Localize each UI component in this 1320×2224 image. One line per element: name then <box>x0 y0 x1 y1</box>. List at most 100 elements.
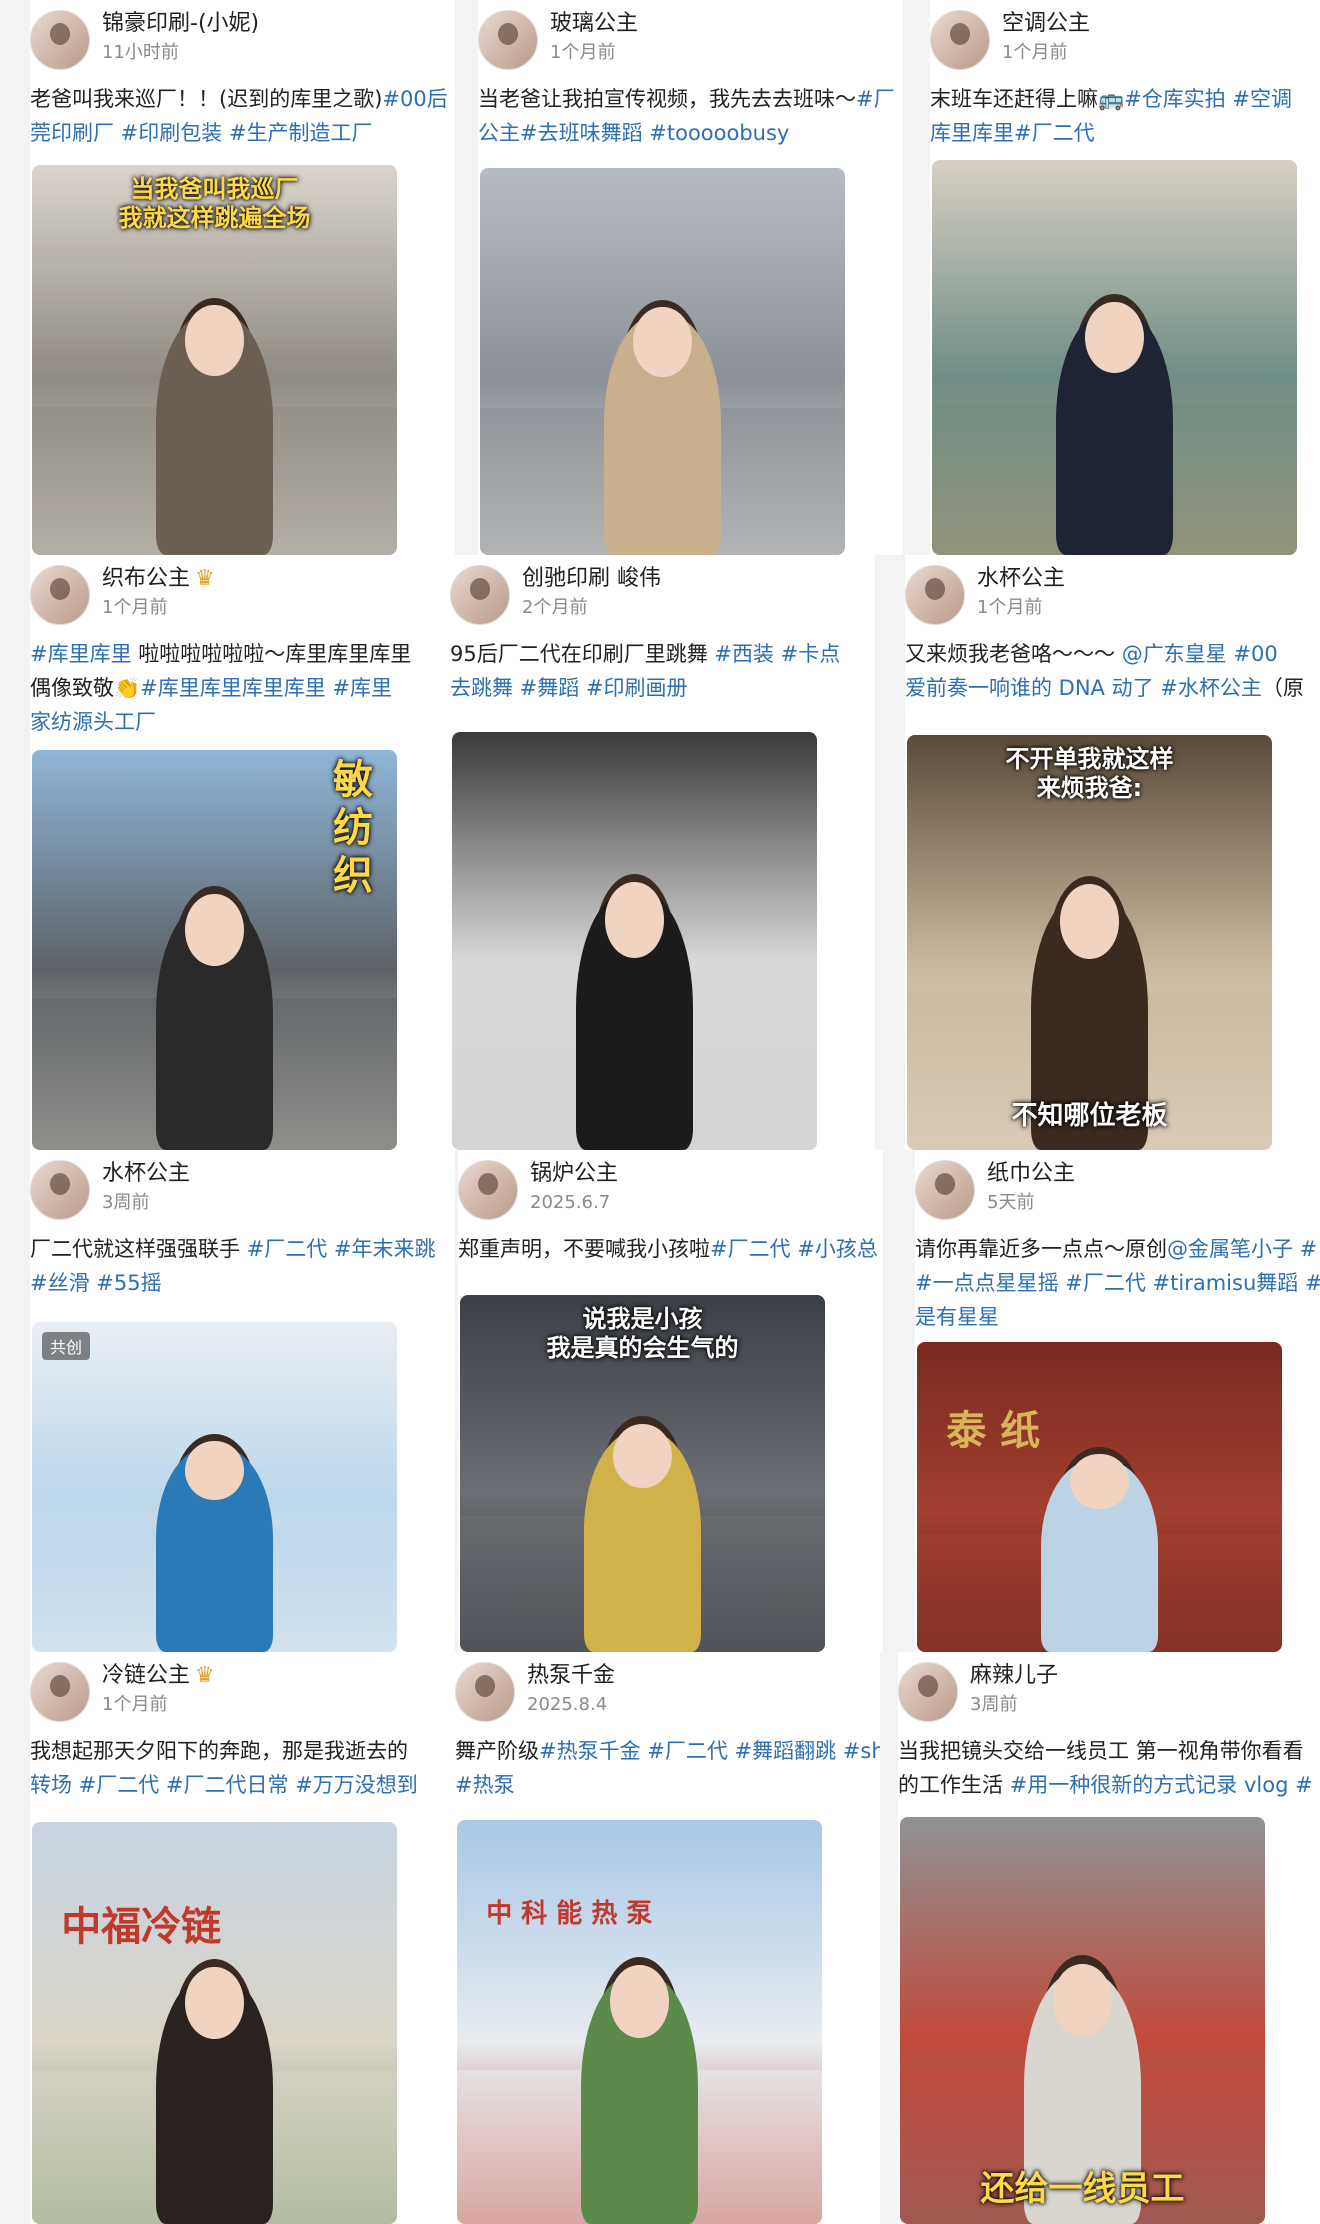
author-name[interactable]: 创驰印刷 峻伟 <box>522 565 661 593</box>
post-author-row[interactable]: 麻辣儿子 3周前 <box>898 1652 1320 1732</box>
post-card[interactable]: 锅炉公主 2025.6.7 郑重声明，不要喊我小孩啦#厂二代 #小孩总说我是小孩 我是… <box>458 1150 883 1652</box>
video-thumbnail[interactable]: 不开单我就这样 来烦我爸: 不知哪位老板 <box>907 735 1272 1150</box>
author-name-text: 冷链公主 <box>102 1663 191 1688</box>
avatar-icon[interactable] <box>930 10 990 70</box>
author-name-text: 水杯公主 <box>102 1161 191 1186</box>
post-card[interactable]: 水杯公主 3周前 厂二代就这样强强联手 #厂二代 #年末来跳 #丝滑 #55摇 共创 <box>30 1150 455 1652</box>
video-thumbnail[interactable]: 共创 <box>32 1322 397 1652</box>
video-thumbnail[interactable]: 说我是小孩 我是真的会生气的 <box>460 1295 825 1652</box>
author-name[interactable]: 纸巾公主 <box>987 1160 1075 1188</box>
hashtag-link[interactable]: #丝滑 #55摇 <box>30 1271 162 1295</box>
author-name[interactable]: 空调公主 <box>1002 10 1090 38</box>
post-caption[interactable]: #库里库里 啦啦啦啦啦啦～库里库里库里 偶像致敬👏#库里库里库里库里 #库里 家纺源… <box>30 637 455 739</box>
hashtag-link[interactable]: 家纺源头工厂 <box>30 710 156 734</box>
avatar-icon[interactable] <box>30 1662 90 1722</box>
author-name[interactable]: 水杯公主 <box>977 565 1065 593</box>
video-thumbnail[interactable]: 中 科 能 热 泵 <box>457 1820 822 2224</box>
post-caption[interactable]: 舞产阶级#热泵千金 #厂二代 #舞蹈翻跳 #sh #热泵 <box>455 1734 880 1802</box>
hashtag-link[interactable]: #热泵 <box>455 1773 515 1797</box>
hashtag-link[interactable]: #00后 <box>382 87 447 111</box>
post-caption[interactable]: 厂二代就这样强强联手 #厂二代 #年末来跳 #丝滑 #55摇 <box>30 1232 455 1300</box>
post-caption[interactable]: 末班车还赶得上嘛🚌#仓库实拍 #空调 库里库里#厂二代 <box>930 82 1320 150</box>
post-caption[interactable]: 当老爸让我拍宣传视频，我先去去班味～#厂 公主#去班味舞蹈 #tooooobusy <box>478 82 903 150</box>
avatar-icon[interactable] <box>458 1160 518 1220</box>
author-name[interactable]: 水杯公主 <box>102 1160 190 1188</box>
hashtag-link[interactable]: #用一种很新的方式记录 vlog # <box>1010 1773 1313 1797</box>
author-name[interactable]: 织布公主 ♛ <box>102 565 215 593</box>
hashtag-link[interactable]: #仓库实拍 #空调 <box>1124 87 1292 111</box>
hashtag-link[interactable]: 爱前奏一响谁的 DNA 动了 #水杯公主 <box>905 676 1262 700</box>
video-thumbnail[interactable] <box>452 732 817 1150</box>
post-author-row[interactable]: 纸巾公主 5天前 <box>915 1150 1320 1230</box>
hashtag-link[interactable]: #厂二代 #小孩总 <box>710 1237 878 1261</box>
hashtag-link[interactable]: #厂 <box>856 87 895 111</box>
post-card[interactable]: 热泵千金 2025.8.4 舞产阶级#热泵千金 #厂二代 #舞蹈翻跳 #sh #热泵中… <box>455 1652 880 2224</box>
video-thumbnail[interactable] <box>932 160 1297 555</box>
post-author-row[interactable]: 创驰印刷 峻伟 2个月前 <box>450 555 875 635</box>
hashtag-link[interactable]: 公主#去班味舞蹈 #tooooobusy <box>478 121 789 145</box>
hashtag-link[interactable]: #西装 #卡点 <box>714 642 840 666</box>
post-card[interactable]: 空调公主 1个月前 末班车还赶得上嘛🚌#仓库实拍 #空调 库里库里#厂二代 <box>930 0 1320 555</box>
post-caption[interactable]: 郑重声明，不要喊我小孩啦#厂二代 #小孩总 <box>458 1232 883 1266</box>
post-author-row[interactable]: 水杯公主 3周前 <box>30 1150 455 1230</box>
post-author-row[interactable]: 热泵千金 2025.8.4 <box>455 1652 880 1732</box>
video-thumbnail[interactable]: 泰 纸 <box>917 1342 1282 1652</box>
hashtag-link[interactable]: #热泵千金 #厂二代 #舞蹈翻跳 #sh <box>539 1739 880 1763</box>
hashtag-link[interactable]: #库里库里库里库里 #库里 <box>140 676 392 700</box>
thumbnail-overlay-text: 当我爸叫我巡厂 我就这样跳遍全场 <box>32 175 397 233</box>
post-author-row[interactable]: 锅炉公主 2025.6.7 <box>458 1150 883 1230</box>
post-card[interactable]: 冷链公主 ♛ 1个月前 我想起那天夕阳下的奔跑，那是我逝去的 转场 #厂二代 #厂二代日… <box>30 1652 455 2224</box>
hashtag-link[interactable]: 莞印刷厂 #印刷包装 #生产制造工厂 <box>30 121 373 145</box>
hashtag-link[interactable]: 去跳舞 #舞蹈 #印刷画册 <box>450 676 688 700</box>
avatar-icon[interactable] <box>30 10 90 70</box>
post-caption[interactable]: 当我把镜头交给一线员工 第一视角带你看看 的工作生活 #用一种很新的方式记录 vl… <box>898 1734 1320 1802</box>
hashtag-link[interactable]: 转场 #厂二代 #厂二代日常 #万万没想到 <box>30 1773 418 1797</box>
post-card[interactable]: 织布公主 ♛ 1个月前 #库里库里 啦啦啦啦啦啦～库里库里库里 偶像致敬👏#库里库里库里… <box>30 555 455 1150</box>
post-author-row[interactable]: 织布公主 ♛ 1个月前 <box>30 555 455 635</box>
caption-text: （原 <box>1261 676 1304 700</box>
avatar-icon[interactable] <box>478 10 538 70</box>
video-thumbnail[interactable]: 敏纺织 <box>32 750 397 1150</box>
overlay-line: 不开单我就这样 <box>1005 745 1174 773</box>
post-card[interactable]: 纸巾公主 5天前 请你再靠近多一点点～原创@金属笔小子 # #一点点星星摇 #厂二代 … <box>915 1150 1320 1652</box>
video-thumbnail[interactable] <box>480 168 845 555</box>
post-author-row[interactable]: 玻璃公主 1个月前 <box>478 0 903 80</box>
author-name[interactable]: 麻辣儿子 <box>970 1662 1058 1690</box>
hashtag-link[interactable]: 库里库里#厂二代 <box>930 121 1095 145</box>
post-author-row[interactable]: 空调公主 1个月前 <box>930 0 1320 80</box>
post-author-row[interactable]: 水杯公主 1个月前 <box>905 555 1320 635</box>
post-card[interactable]: 创驰印刷 峻伟 2个月前 95后厂二代在印刷厂里跳舞 #西装 #卡点 去跳舞 #舞蹈 … <box>450 555 875 1150</box>
author-name[interactable]: 冷链公主 ♛ <box>102 1662 215 1690</box>
author-name[interactable]: 玻璃公主 <box>550 10 638 38</box>
post-caption[interactable]: 老爸叫我来巡厂！！(迟到的库里之歌)#00后 莞印刷厂 #印刷包装 #生产制造工厂 <box>30 82 455 150</box>
post-caption[interactable]: 我想起那天夕阳下的奔跑，那是我逝去的 转场 #厂二代 #厂二代日常 #万万没想到 <box>30 1734 455 1802</box>
author-name[interactable]: 锅炉公主 <box>530 1160 618 1188</box>
post-author-row[interactable]: 冷链公主 ♛ 1个月前 <box>30 1652 455 1732</box>
video-thumbnail[interactable]: 中福冷链 <box>32 1822 397 2224</box>
avatar-icon[interactable] <box>455 1662 515 1722</box>
hashtag-link[interactable]: @金属笔小子 # <box>1167 1237 1317 1261</box>
post-card[interactable]: 锦豪印刷-(小妮) 11小时前 老爸叫我来巡厂！！(迟到的库里之歌)#00后 莞印刷厂… <box>30 0 455 555</box>
hashtag-link[interactable]: @广东皇星 #00 <box>1122 642 1278 666</box>
author-name[interactable]: 锦豪印刷-(小妮) <box>102 10 259 38</box>
author-name[interactable]: 热泵千金 <box>527 1662 615 1690</box>
avatar-icon[interactable] <box>898 1662 958 1722</box>
post-card[interactable]: 水杯公主 1个月前 又来烦我老爸咯～～～ @广东皇星 #00 爱前奏一响谁的 DNA … <box>905 555 1320 1150</box>
hashtag-link[interactable]: #厂二代 #年末来跳 <box>247 1237 436 1261</box>
post-caption[interactable]: 又来烦我老爸咯～～～ @广东皇星 #00 爱前奏一响谁的 DNA 动了 #水杯公主… <box>905 637 1320 705</box>
avatar-icon[interactable] <box>30 1160 90 1220</box>
post-caption[interactable]: 95后厂二代在印刷厂里跳舞 #西装 #卡点 去跳舞 #舞蹈 #印刷画册 <box>450 637 875 705</box>
hashtag-link[interactable]: #库里库里 <box>30 642 132 666</box>
avatar-icon[interactable] <box>450 565 510 625</box>
avatar-icon[interactable] <box>905 565 965 625</box>
video-thumbnail[interactable]: 还给一线员工 <box>900 1817 1265 2224</box>
post-card[interactable]: 玻璃公主 1个月前 当老爸让我拍宣传视频，我先去去班味～#厂 公主#去班味舞蹈 #to… <box>478 0 903 555</box>
avatar-icon[interactable] <box>915 1160 975 1220</box>
avatar-icon[interactable] <box>30 565 90 625</box>
post-caption[interactable]: 请你再靠近多一点点～原创@金属笔小子 # #一点点星星摇 #厂二代 #tirami… <box>915 1232 1320 1334</box>
hashtag-link[interactable]: 是有星星 <box>915 1305 999 1329</box>
video-thumbnail[interactable]: 当我爸叫我巡厂 我就这样跳遍全场 <box>32 165 397 555</box>
post-author-row[interactable]: 锦豪印刷-(小妮) 11小时前 <box>30 0 455 80</box>
post-card[interactable]: 麻辣儿子 3周前 当我把镜头交给一线员工 第一视角带你看看 的工作生活 #用一种很新的… <box>898 1652 1320 2224</box>
hashtag-link[interactable]: #一点点星星摇 #厂二代 #tiramisu舞蹈 #为 <box>915 1271 1320 1295</box>
